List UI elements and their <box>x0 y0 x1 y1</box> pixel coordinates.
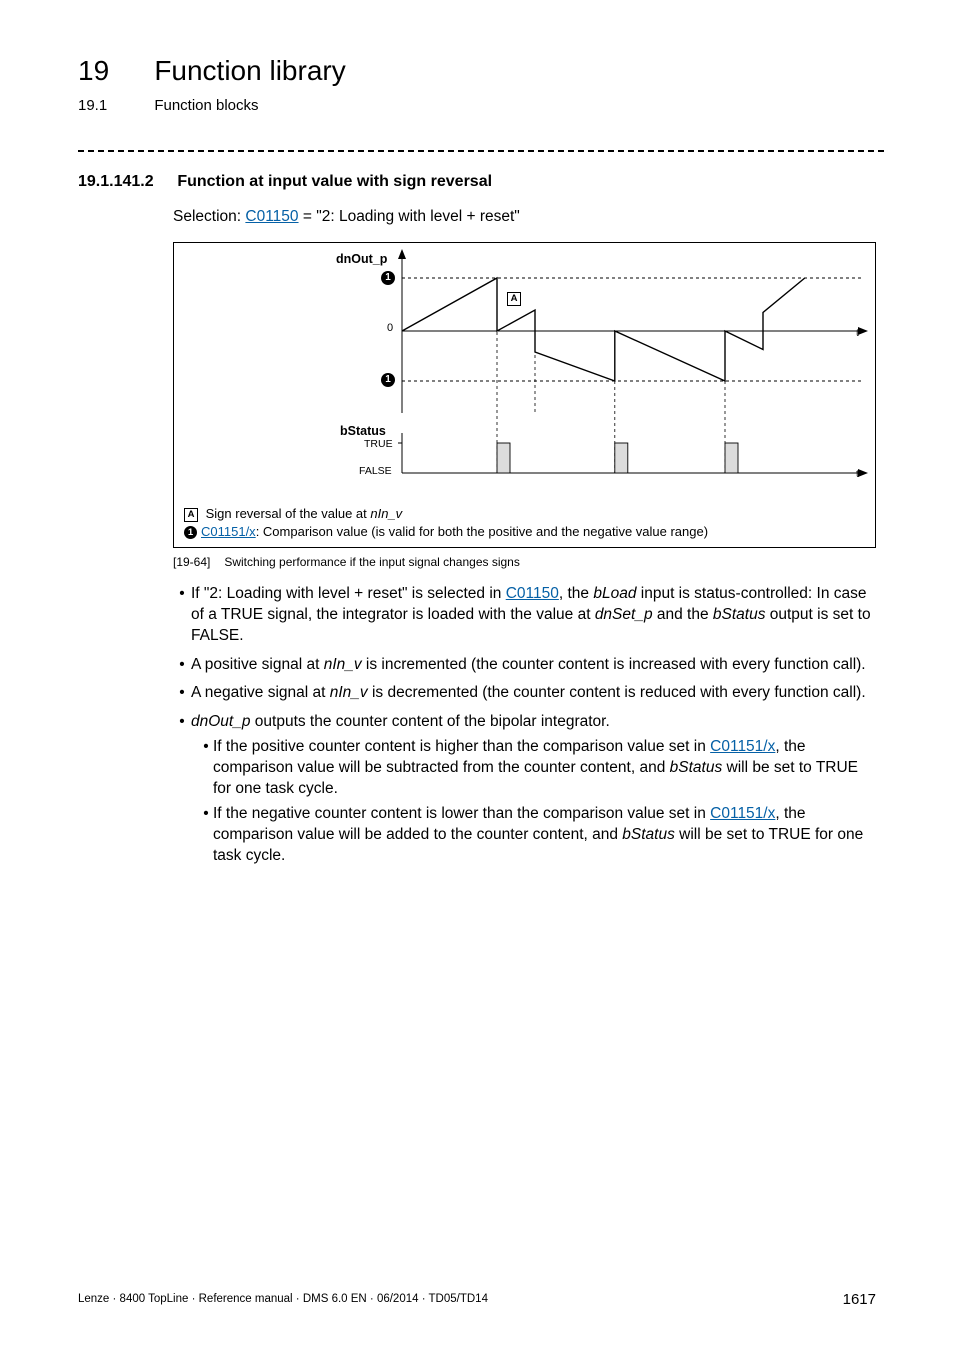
list-item: A negative signal at nIn_v is decremente… <box>189 683 876 704</box>
intro-link[interactable]: C01150 <box>245 208 298 225</box>
caption1-link[interactable]: C01151/x <box>201 524 256 539</box>
text: A positive signal at <box>191 656 324 673</box>
link-c01151x[interactable]: C01151/x <box>710 738 775 755</box>
figure-tag-bracket: [19-64] <box>173 554 221 570</box>
caption1-rest: : Comparison value (is valid for both th… <box>256 524 708 539</box>
captionA-prefix: Sign reversal of the value at <box>202 506 370 521</box>
var-bStatus: bStatus <box>670 759 723 776</box>
figure-box: dnOut_p 1 0 1 A t bStatus TRUE FALSE t <box>173 242 876 548</box>
text: If "2: Loading with level + reset" is se… <box>191 585 506 602</box>
var-bStatus: bStatus <box>622 826 675 843</box>
section-number: 19.1 <box>78 96 150 116</box>
bullet-list: If "2: Loading with level + reset" is se… <box>173 584 876 867</box>
chapter-row: 19 Function library <box>78 52 876 90</box>
var-dnOut_p: dnOut_p <box>191 713 250 730</box>
text: is incremented (the counter content is i… <box>362 656 866 673</box>
section-row: 19.1 Function blocks <box>78 90 876 117</box>
intro-prefix: Selection: <box>173 208 245 225</box>
figure-caption: A Sign reversal of the value at nIn_v 1C… <box>184 505 865 540</box>
text: outputs the counter content of the bipol… <box>250 713 609 730</box>
divider <box>78 150 884 152</box>
text: If the positive counter content is highe… <box>213 738 710 755</box>
captionA-var: nIn_v <box>370 506 402 521</box>
intro-suffix: = "2: Loading with level + reset" <box>299 208 520 225</box>
subsection-heading: 19.1.141.2 Function at input value with … <box>78 171 876 193</box>
var-nIn_v: nIn_v <box>324 656 362 673</box>
var-bStatus: bStatus <box>713 606 766 623</box>
list-item: If the positive counter content is highe… <box>213 737 876 800</box>
text: and the <box>653 606 713 623</box>
subsection-title: Function at input value with sign revers… <box>177 173 492 190</box>
var-bLoad: bLoad <box>593 585 636 602</box>
figure-svg <box>174 243 879 503</box>
figure-tag-text: Switching performance if the input signa… <box>224 555 520 569</box>
chapter-title: Function library <box>154 52 345 90</box>
chapter-number: 19 <box>78 52 150 90</box>
figure-tag: [19-64] Switching performance if the inp… <box>173 554 876 570</box>
footer-text: Lenze · 8400 TopLine · Reference manual … <box>78 1292 488 1308</box>
text: A negative signal at <box>191 684 330 701</box>
link-c01150[interactable]: C01150 <box>506 585 559 602</box>
list-item: If "2: Loading with level + reset" is se… <box>189 584 876 647</box>
sub-bullet-list: If the positive counter content is highe… <box>191 737 876 867</box>
intro-line: Selection: C01150 = "2: Loading with lev… <box>173 207 876 228</box>
page-number: 1617 <box>843 1290 876 1310</box>
list-item: A positive signal at nIn_v is incremente… <box>189 655 876 676</box>
text: , the <box>559 585 593 602</box>
var-nIn_v: nIn_v <box>330 684 368 701</box>
section-title: Function blocks <box>154 96 258 116</box>
caption-A-icon: A <box>184 508 198 522</box>
list-item: If the negative counter content is lower… <box>213 804 876 867</box>
var-dnSet_p: dnSet_p <box>595 606 653 623</box>
list-item: dnOut_p outputs the counter content of t… <box>189 712 876 866</box>
caption-1-icon: 1 <box>184 526 197 539</box>
text: If the negative counter content is lower… <box>213 805 710 822</box>
text: is decremented (the counter content is r… <box>368 684 866 701</box>
link-c01151x[interactable]: C01151/x <box>710 805 775 822</box>
subsection-number: 19.1.141.2 <box>78 171 173 193</box>
